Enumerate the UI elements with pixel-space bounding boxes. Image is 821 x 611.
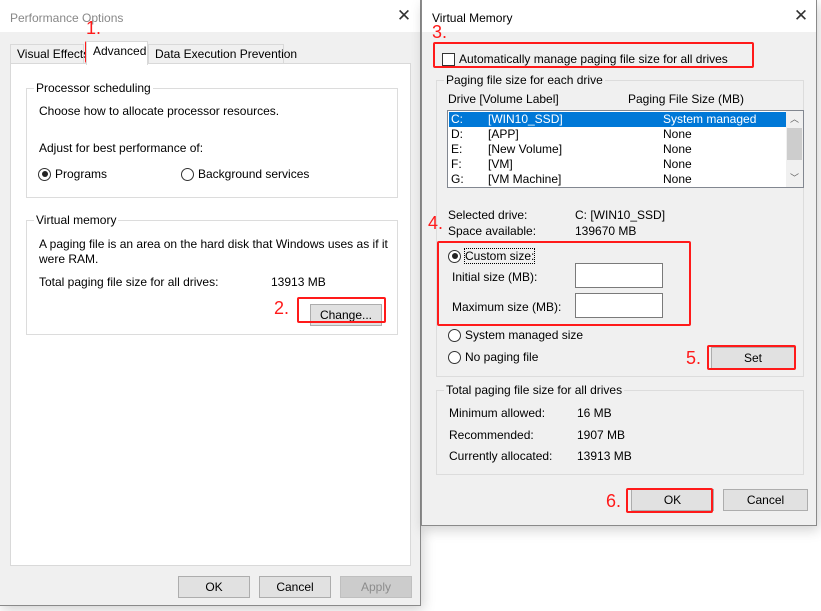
volume-label: [WIN10_SSD] (488, 112, 563, 126)
system-managed-radio[interactable]: System managed size (448, 328, 583, 342)
currently-allocated-value: 13913 MB (577, 449, 632, 463)
radio-unselected-icon (181, 167, 194, 181)
minimum-allowed-label: Minimum allowed: (449, 406, 546, 420)
drive-letter: D: (451, 127, 463, 141)
total-paging-value: 13913 MB (271, 275, 326, 289)
programs-radio[interactable]: Programs (38, 167, 107, 181)
auto-manage-label: Automatically manage paging file size fo… (459, 52, 728, 66)
tab-visual-effects[interactable]: Visual Effects (10, 44, 89, 64)
checkbox-unchecked-icon (442, 52, 455, 66)
change-button[interactable]: Change... (310, 304, 382, 326)
virtual-memory-legend: Virtual memory (34, 213, 119, 227)
adjust-label: Adjust for best performance of: (39, 141, 204, 155)
paging-size: None (663, 127, 692, 141)
cancel-button[interactable]: Cancel (723, 489, 808, 511)
step-4-marker: 4. (428, 213, 444, 233)
step-2-marker: 2. (274, 298, 290, 318)
paging-file-per-drive-group: Paging file size for each drive Drive [V… (436, 73, 804, 377)
step-3-marker: 3. (432, 22, 448, 42)
scroll-down-icon[interactable]: ﹀ (786, 170, 803, 187)
radio-unselected-icon (448, 350, 461, 364)
step-1-marker: 1. (86, 18, 102, 38)
title-bar: Performance Options ✕ (0, 0, 420, 32)
total-paging-label: Total paging file size for all drives: (39, 275, 219, 289)
currently-allocated-label: Currently allocated: (449, 449, 553, 463)
step-5-marker: 5. (686, 348, 702, 368)
drive-letter: C: (451, 112, 463, 126)
initial-size-input[interactable] (575, 263, 663, 288)
programs-label: Programs (55, 167, 108, 181)
set-button[interactable]: Set (711, 347, 795, 369)
background-services-radio[interactable]: Background services (181, 167, 309, 181)
close-icon[interactable]: ✕ (395, 7, 413, 25)
no-paging-file-label: No paging file (465, 350, 539, 364)
selected-drive-value: C: [WIN10_SSD] (575, 208, 666, 222)
virtual-memory-dialog: Virtual Memory ✕ Automatically manage pa… (421, 0, 817, 526)
scroll-up-icon[interactable]: ︿ (786, 111, 803, 128)
space-available-value: 139670 MB (575, 224, 637, 238)
volume-label: [APP] (488, 127, 519, 141)
no-paging-file-radio[interactable]: No paging file (448, 350, 538, 364)
volume-label: [VM] (488, 157, 513, 171)
paging-size: System managed (663, 112, 757, 126)
ok-button[interactable]: OK (631, 489, 714, 511)
close-icon[interactable]: ✕ (792, 7, 810, 25)
background-services-label: Background services (198, 167, 310, 181)
radio-selected-icon (38, 167, 51, 181)
title-bar: Virtual Memory ✕ (422, 0, 816, 32)
drive-letter: F: (451, 157, 462, 171)
scroll-thumb[interactable] (787, 128, 802, 160)
paging-size: None (663, 157, 692, 171)
performance-options-dialog: Performance Options ✕ Visual Effects Adv… (0, 0, 421, 606)
minimum-allowed-value: 16 MB (577, 406, 612, 420)
recommended-value: 1907 MB (577, 428, 626, 442)
drive-row[interactable]: D: [APP] None (449, 127, 786, 142)
system-managed-label: System managed size (465, 328, 584, 342)
auto-manage-checkbox[interactable]: Automatically manage paging file size fo… (442, 52, 728, 66)
total-paging-group: Total paging file size for all drives Mi… (436, 383, 804, 475)
cancel-button[interactable]: Cancel (259, 576, 331, 598)
processor-scheduling-group: Processor scheduling Choose how to alloc… (26, 81, 398, 198)
dialog-title: Performance Options (10, 11, 124, 25)
apply-button: Apply (340, 576, 412, 598)
volume-label: [New Volume] (488, 142, 563, 156)
maximum-size-input[interactable] (575, 293, 663, 318)
drive-list-scrollbar[interactable]: ︿ ﹀ (786, 111, 803, 187)
custom-size-radio[interactable]: Custom size: (448, 248, 536, 264)
paging-description-line2: were RAM. (39, 252, 99, 266)
selected-drive-label: Selected drive: (448, 208, 528, 222)
radio-unselected-icon (448, 328, 461, 342)
column-header-drive: Drive [Volume Label] (448, 92, 559, 106)
column-header-paging-size: Paging File Size (MB) (628, 92, 745, 106)
paging-group-legend: Paging file size for each drive (444, 73, 605, 87)
total-paging-legend: Total paging file size for all drives (444, 383, 625, 397)
drive-row[interactable]: C: [WIN10_SSD] System managed (449, 112, 786, 127)
paging-description-line1: A paging file is an area on the hard dis… (39, 237, 388, 251)
initial-size-label: Initial size (MB): (452, 270, 538, 284)
paging-size: None (663, 142, 692, 156)
volume-label: [VM Machine] (488, 172, 562, 186)
tab-advanced[interactable]: Advanced (86, 41, 148, 65)
maximum-size-label: Maximum size (MB): (452, 300, 562, 314)
drive-list[interactable]: C: [WIN10_SSD] System managed D: [APP] N… (447, 110, 804, 188)
processor-description: Choose how to allocate processor resourc… (39, 104, 280, 118)
drive-row[interactable]: E: [New Volume] None (449, 142, 786, 157)
drive-letter: E: (451, 142, 463, 156)
radio-selected-icon (448, 249, 461, 263)
paging-size: None (663, 172, 692, 186)
drive-row[interactable]: F: [VM] None (449, 157, 786, 172)
tab-data-execution-prevention[interactable]: Data Execution Prevention (148, 44, 297, 64)
recommended-label: Recommended: (449, 428, 534, 442)
processor-scheduling-legend: Processor scheduling (34, 81, 153, 95)
advanced-tab-panel: Processor scheduling Choose how to alloc… (10, 63, 411, 566)
ok-button[interactable]: OK (178, 576, 250, 598)
step-6-marker: 6. (606, 491, 622, 511)
custom-size-label: Custom size: (463, 248, 536, 264)
drive-letter: G: (451, 172, 464, 186)
space-available-label: Space available: (448, 224, 537, 238)
virtual-memory-group: Virtual memory A paging file is an area … (26, 213, 398, 335)
drive-row[interactable]: G: [VM Machine] None (449, 172, 786, 187)
